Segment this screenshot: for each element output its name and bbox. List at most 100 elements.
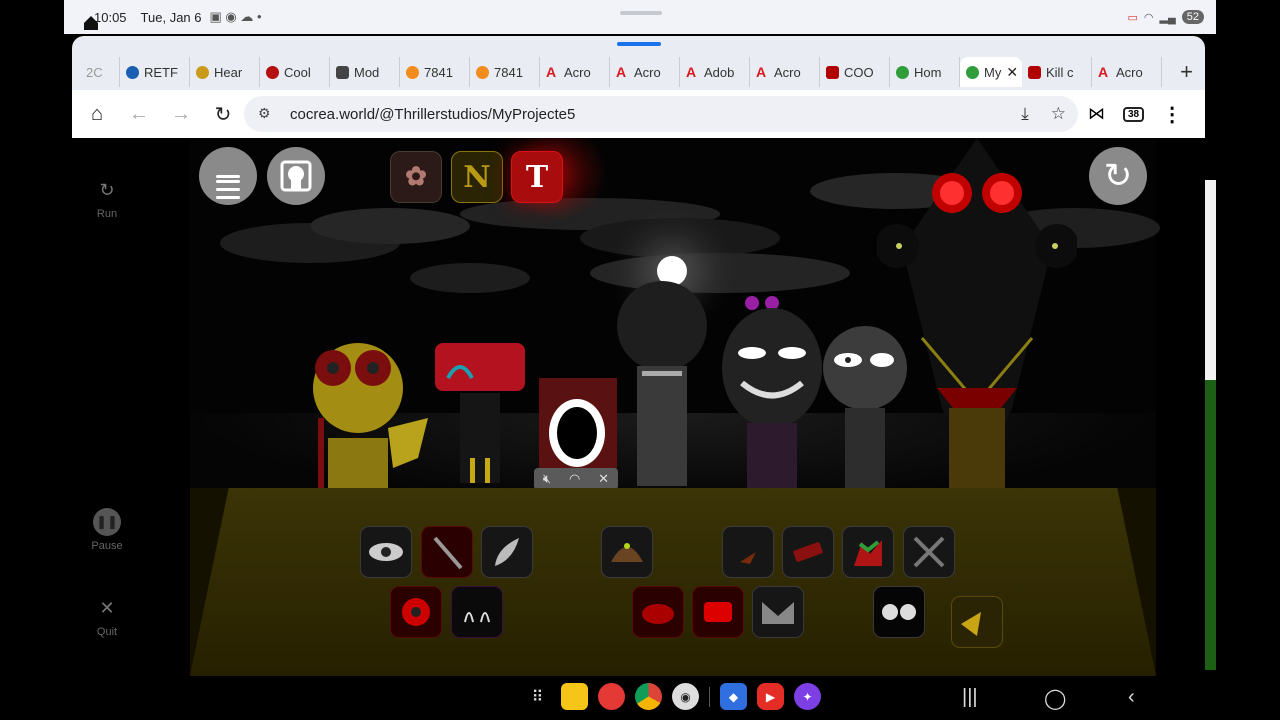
mode-button-t[interactable]: T (511, 151, 563, 203)
files-icon[interactable] (561, 683, 588, 710)
tab-favicon (826, 65, 839, 79)
menu-button[interactable] (199, 147, 257, 205)
envelope-icon (762, 602, 794, 624)
quit-button[interactable]: ✕ Quit (88, 594, 126, 639)
slot-eye[interactable] (360, 526, 412, 578)
acrobat-icon: A (546, 63, 557, 80)
chrome-icon[interactable] (635, 683, 662, 710)
mode-button-n[interactable]: N (451, 151, 503, 203)
slot-cross[interactable] (903, 526, 955, 578)
home-nav-button[interactable]: ◯ (1044, 686, 1066, 711)
tab-item[interactable]: 7841 (400, 57, 470, 87)
tab-item[interactable]: A Acro (1092, 57, 1162, 87)
tab-favicon (476, 65, 489, 79)
tab-item[interactable]: A Acro (540, 57, 610, 87)
slot-blade[interactable] (421, 526, 473, 578)
close-icon[interactable]: ✕ (598, 471, 609, 487)
reload-button[interactable]: ↻ (202, 93, 244, 135)
slot-dynamite[interactable] (782, 526, 834, 578)
contacts-icon[interactable] (598, 683, 625, 710)
character-red-visor[interactable] (430, 338, 530, 483)
tab-item[interactable]: A Adob (680, 57, 750, 87)
tab-item[interactable]: Mod (330, 57, 400, 87)
slot-glowing-eyes[interactable] (873, 586, 925, 638)
home-screen-icon (84, 16, 98, 30)
recent-apps-button[interactable]: ||| (962, 686, 978, 709)
wifi-icon: ◠ (1143, 11, 1154, 24)
tab-favicon (196, 65, 209, 79)
tab-item[interactable]: 2C (80, 57, 120, 87)
character-gray-ghost[interactable] (612, 276, 712, 486)
url-text[interactable]: cocrea.world/@Thrillerstudios/MyProjecte… (290, 106, 575, 123)
headphones-icon[interactable]: ◠ (569, 471, 580, 487)
tab-favicon (126, 65, 139, 79)
new-tab-button[interactable]: + (1180, 59, 1193, 85)
slot-envelope[interactable] (752, 586, 804, 638)
mute-icon[interactable]: 🔇︎ (543, 471, 551, 487)
roblox-icon[interactable]: ◆ (720, 683, 747, 710)
pause-button[interactable]: ❚❚ Pause (88, 508, 126, 552)
avatar-frame-icon (280, 160, 312, 192)
forward-button[interactable]: → (160, 93, 202, 135)
tab-item[interactable]: COO (820, 57, 890, 87)
site-settings-icon[interactable]: ⚙ (258, 105, 276, 123)
menu-icon[interactable]: ⋮ (1162, 102, 1182, 127)
tab-item[interactable]: Cool (260, 57, 330, 87)
tab-item[interactable]: Hom (890, 57, 960, 87)
acrobat-icon: A (686, 63, 697, 80)
back-button[interactable]: ← (118, 93, 160, 135)
home-button[interactable]: ⌂ (76, 93, 118, 135)
slot-leaf[interactable] (842, 526, 894, 578)
share-icon[interactable]: ⋈ (1088, 104, 1105, 124)
browser-window: 2C RETF Hear Cool Mod 7841 7841 A Acro AA… (72, 36, 1205, 676)
slot-fin[interactable] (722, 526, 774, 578)
tab-item[interactable]: A Acro (750, 57, 820, 87)
tab-item[interactable]: Hear (190, 57, 260, 87)
close-tab-icon[interactable]: ✕ (1006, 64, 1022, 81)
status-handle (620, 11, 662, 15)
pause-icon: ❚❚ (93, 508, 121, 536)
audio-control-bar: 🔇︎ ◠ ✕ (534, 468, 618, 490)
reset-button[interactable]: ↻ (1089, 147, 1147, 205)
galaxy-store-icon[interactable]: ✦ (794, 683, 821, 710)
run-icon: ↻ (99, 179, 115, 200)
acrobat-icon: A (616, 63, 627, 80)
tab-item[interactable]: Kill c (1022, 57, 1092, 87)
tab-active[interactable]: My ✕ (960, 57, 1022, 87)
slot-red-burst[interactable] (390, 586, 442, 638)
address-bar[interactable]: ⚙ cocrea.world/@Thrillerstudios/MyProjec… (244, 96, 1078, 132)
slot-red-box[interactable] (692, 586, 744, 638)
character-yellow-creature[interactable] (298, 308, 448, 488)
app-grid-icon[interactable]: ⠿ (524, 683, 551, 710)
slot-horn[interactable] (951, 596, 1003, 648)
tab-item[interactable]: A Acro (610, 57, 680, 87)
paw-icon: ✿ (405, 162, 427, 192)
run-button[interactable]: ↻ Run (88, 176, 126, 221)
slot-feather[interactable] (481, 526, 533, 578)
window-handle[interactable] (617, 42, 661, 46)
hat-icon (642, 604, 674, 624)
download-icon[interactable]: ⤓ (1021, 104, 1029, 124)
back-nav-button[interactable]: ‹ (1128, 686, 1135, 709)
fin-icon (740, 552, 756, 564)
notification-icons: ▣ ◉ ☁ • (209, 9, 262, 24)
refresh-icon: ↻ (1103, 157, 1133, 195)
youtube-icon[interactable]: ▶ (757, 683, 784, 710)
feather-icon (495, 538, 519, 566)
slot-arches[interactable] (451, 586, 503, 638)
game-canvas[interactable]: ↻ Run ❚❚ Pause ✕ Quit ↻ ✿ N T 🔇︎ ◠ ✕ (72, 138, 1205, 676)
tab-switcher-button[interactable]: 38 (1123, 106, 1145, 122)
bookmark-star-icon[interactable]: ☆ (1051, 104, 1066, 124)
camera-icon[interactable]: ◉ (672, 683, 699, 710)
tab-favicon (966, 65, 979, 79)
character-diamond-monster[interactable] (877, 138, 1077, 488)
tab-item[interactable]: 7841 (470, 57, 540, 87)
battery-indicator: 52 (1181, 10, 1204, 24)
taskbar-dock: ⠿ ◉ ◆ ▶ ✦ (524, 683, 821, 710)
character-select-button[interactable] (267, 147, 325, 205)
character-white-face[interactable] (717, 288, 827, 488)
mode-button-paw[interactable]: ✿ (390, 151, 442, 203)
tab-item[interactable]: RETF (120, 57, 190, 87)
slot-red-hat[interactable] (632, 586, 684, 638)
slot-shell[interactable] (601, 526, 653, 578)
